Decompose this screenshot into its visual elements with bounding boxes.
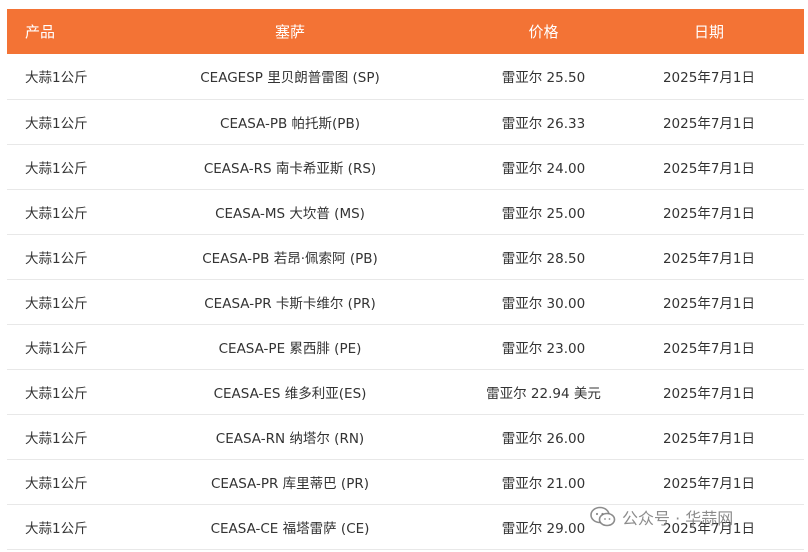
table-body: 大蒜1公斤 CEAGESP 里贝朗普雷图 (SP) 雷亚尔 25.50 2025… — [7, 54, 804, 549]
cell-price: 雷亚尔 22.94 美元 — [486, 385, 601, 402]
header-product[interactable]: 产品 — [7, 9, 107, 54]
cell-ceasa: CEASA-PB 若昂·佩索阿 (PB) — [202, 250, 378, 267]
header-price[interactable]: 价格 — [473, 9, 614, 54]
cell-price: 雷亚尔 30.00 — [501, 295, 586, 312]
cell-date: 2025年7月1日 — [662, 295, 756, 312]
cell-price: 雷亚尔 24.00 — [501, 160, 586, 177]
cell-date: 2025年7月1日 — [662, 250, 756, 267]
cell-date: 2025年7月1日 — [662, 475, 756, 492]
cell-price: 雷亚尔 26.33 — [501, 115, 586, 132]
cell-ceasa: CEASA-RS 南卡希亚斯 (RS) — [203, 160, 377, 177]
cell-ceasa: CEAGESP 里贝朗普雷图 (SP) — [200, 70, 380, 87]
cell-product: 大蒜1公斤 — [25, 385, 88, 402]
table-row: 大蒜1公斤 CEASA-CE 福塔雷萨 (CE) 雷亚尔 29.00 2025年… — [7, 504, 804, 549]
cell-price: 雷亚尔 28.50 — [501, 250, 586, 267]
table-row: 大蒜1公斤 CEASA-RS 南卡希亚斯 (RS) 雷亚尔 24.00 2025… — [7, 144, 804, 189]
table-row: 大蒜1公斤 CEASA-MS 大坎普 (MS) 雷亚尔 25.00 2025年7… — [7, 189, 804, 234]
table-row: 大蒜1公斤 CEAGESP 里贝朗普雷图 (SP) 雷亚尔 25.50 2025… — [7, 54, 804, 99]
table-row: 大蒜1公斤 CEASA-PB 若昂·佩索阿 (PB) 雷亚尔 28.50 202… — [7, 234, 804, 279]
cell-date: 2025年7月1日 — [662, 520, 756, 537]
cell-ceasa: CEASA-PR 库里蒂巴 (PR) — [211, 475, 369, 492]
cell-date: 2025年7月1日 — [662, 430, 756, 447]
cell-date: 2025年7月1日 — [662, 160, 756, 177]
cell-product: 大蒜1公斤 — [25, 520, 88, 537]
cell-ceasa: CEASA-PR 卡斯卡维尔 (PR) — [204, 295, 376, 312]
cell-ceasa: CEASA-CE 福塔雷萨 (CE) — [210, 520, 370, 537]
price-table-container: 产品 塞萨 价格 日期 大蒜1公斤 CEAGESP 里贝朗普雷图 (SP) 雷亚… — [0, 0, 808, 552]
cell-product: 大蒜1公斤 — [25, 250, 88, 267]
cell-ceasa: CEASA-RN 纳塔尔 (RN) — [215, 430, 365, 447]
cell-price: 雷亚尔 23.00 — [501, 340, 586, 357]
table-row: 大蒜1公斤 CEASA-PR 卡斯卡维尔 (PR) 雷亚尔 30.00 2025… — [7, 279, 804, 324]
cell-ceasa: CEASA-PE 累西腓 (PE) — [218, 340, 362, 357]
cell-product: 大蒜1公斤 — [25, 430, 88, 447]
cell-product: 大蒜1公斤 — [25, 205, 88, 222]
table-header: 产品 塞萨 价格 日期 — [7, 9, 804, 54]
table-row: 大蒜1公斤 CEASA-RN 纳塔尔 (RN) 雷亚尔 26.00 2025年7… — [7, 414, 804, 459]
header-row: 产品 塞萨 价格 日期 — [7, 9, 804, 54]
cell-date: 2025年7月1日 — [662, 70, 756, 87]
cell-product: 大蒜1公斤 — [25, 340, 88, 357]
table-row: 大蒜1公斤 CEASA-PR 库里蒂巴 (PR) 雷亚尔 21.00 2025年… — [7, 459, 804, 504]
table-row: 大蒜1公斤 CEASA-PE 累西腓 (PE) 雷亚尔 23.00 2025年7… — [7, 324, 804, 369]
cell-product: 大蒜1公斤 — [25, 70, 88, 87]
cell-product: 大蒜1公斤 — [25, 115, 88, 132]
cell-price: 雷亚尔 25.50 — [501, 70, 586, 87]
table-row: 大蒜1公斤 CEASA-PB 帕托斯(PB) 雷亚尔 26.33 2025年7月… — [7, 99, 804, 144]
cell-price: 雷亚尔 21.00 — [501, 475, 586, 492]
cell-price: 雷亚尔 26.00 — [501, 430, 586, 447]
cell-ceasa: CEASA-PB 帕托斯(PB) — [220, 115, 360, 132]
cell-price: 雷亚尔 29.00 — [501, 520, 586, 537]
header-ceasa[interactable]: 塞萨 — [107, 9, 473, 54]
table-row: 大蒜1公斤 CEASA-ES 维多利亚(ES) 雷亚尔 22.94 美元 202… — [7, 369, 804, 414]
price-table: 产品 塞萨 价格 日期 大蒜1公斤 CEAGESP 里贝朗普雷图 (SP) 雷亚… — [7, 9, 804, 550]
header-date[interactable]: 日期 — [614, 9, 804, 54]
cell-ceasa: CEASA-MS 大坎普 (MS) — [215, 205, 365, 222]
cell-date: 2025年7月1日 — [662, 115, 756, 132]
cell-date: 2025年7月1日 — [662, 340, 756, 357]
cell-price: 雷亚尔 25.00 — [501, 205, 586, 222]
cell-date: 2025年7月1日 — [662, 205, 756, 222]
cell-product: 大蒜1公斤 — [25, 475, 88, 492]
cell-ceasa: CEASA-ES 维多利亚(ES) — [213, 385, 367, 402]
cell-product: 大蒜1公斤 — [25, 160, 88, 177]
cell-date: 2025年7月1日 — [662, 385, 756, 402]
cell-product: 大蒜1公斤 — [25, 295, 88, 312]
